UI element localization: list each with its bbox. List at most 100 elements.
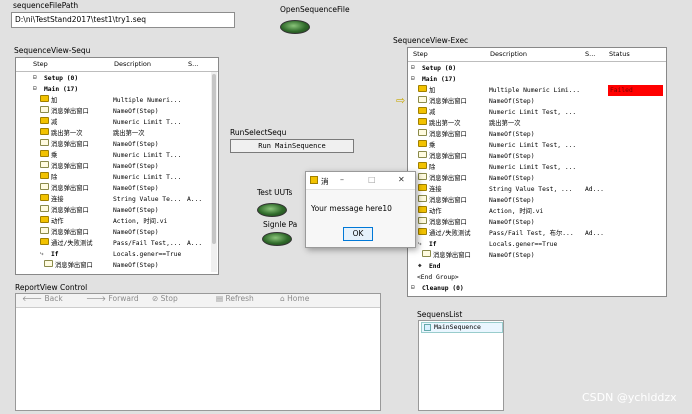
expand-icon[interactable]: ⊟	[411, 75, 420, 82]
step-name: 动作	[429, 208, 442, 215]
step-icon	[418, 206, 427, 213]
expand-icon[interactable]: ⊟	[411, 284, 420, 291]
step-name: End	[429, 263, 441, 270]
column-step[interactable]: Step	[33, 60, 48, 68]
table-row[interactable]: 消息弹出窗口 NameOf(Step)	[408, 151, 666, 162]
step-name: 消息弹出窗口	[51, 141, 89, 148]
step-icon	[418, 184, 427, 191]
execution-view-grid[interactable]: Step Description S... Status ⊟ Setup (0) ⊟…	[407, 47, 667, 297]
step-icon	[40, 216, 49, 223]
step-name: 乘	[51, 152, 58, 159]
test-uuts-button[interactable]	[257, 203, 287, 217]
close-icon[interactable]: ✕	[398, 175, 405, 184]
table-row[interactable]: 消息弹出窗口 NameOf(Step)	[16, 139, 218, 150]
column-status[interactable]: Status	[609, 50, 630, 58]
step-settings: Ad...	[585, 186, 604, 193]
dialog-titlebar[interactable]: 消 – □ ✕	[306, 172, 415, 190]
run-select-sequ-label: RunSelectSequ	[230, 128, 287, 137]
sequence-file-path-input[interactable]: D:\ni\TestStand2017\test1\try1.seq	[11, 12, 235, 28]
table-row[interactable]: 连接 String Value Te... A...	[16, 194, 218, 205]
table-row[interactable]: 跳出第一次 跳出第一次	[408, 118, 666, 129]
step-icon	[40, 194, 49, 201]
table-row[interactable]: 乘 Numeric Limit Test, ...	[408, 140, 666, 151]
step-name: Cleanup (0)	[422, 285, 464, 292]
table-row[interactable]: 消息弹出窗口 NameOf(Step)	[408, 173, 666, 184]
table-row[interactable]: 乘 Numeric Limit T...	[16, 150, 218, 161]
table-row[interactable]: 除 Numeric Limit Test, ...	[408, 162, 666, 173]
table-row[interactable]: 动作 Action, 时间.vi	[408, 206, 666, 217]
open-sequence-file-button[interactable]	[280, 20, 310, 34]
run-mainsequence-button[interactable]: Run MainSequence	[230, 139, 354, 153]
step-description: Numeric Limit T...	[113, 174, 182, 181]
column-step[interactable]: Step	[413, 50, 428, 58]
message-icon	[40, 205, 49, 212]
table-row[interactable]: 通过/失败测试 Pass/Fail Test,... A...	[16, 238, 218, 249]
home-button[interactable]: ⌂ Home	[280, 294, 309, 303]
list-item[interactable]: MainSequence	[421, 322, 503, 333]
report-view-label: ReportView Control	[15, 283, 88, 292]
table-row[interactable]: 消息弹出窗口 NameOf(Step)	[408, 96, 666, 107]
sequence-list[interactable]: MainSequence	[418, 320, 504, 411]
message-icon	[40, 139, 49, 146]
ok-button[interactable]: OK	[343, 227, 373, 241]
step-description: Numeric Limit T...	[113, 152, 182, 159]
expand-icon[interactable]: ⊟	[33, 74, 42, 81]
sequence-list-label: SequensList	[417, 310, 463, 319]
table-row[interactable]: 消息弹出窗口 NameOf(Step)	[408, 129, 666, 140]
table-row[interactable]: ⊟ Setup (0)	[408, 63, 666, 74]
table-row[interactable]: ⤷ If Locals.gener==True	[408, 239, 666, 250]
table-row[interactable]: 消息弹出窗口 NameOf(Step)	[16, 205, 218, 216]
step-icon	[40, 172, 49, 179]
table-row[interactable]: <End Group>	[408, 272, 666, 283]
table-row[interactable]: 加 Multiple Numeric Limi... Failed	[408, 85, 666, 96]
table-row[interactable]: ◆ End	[408, 261, 666, 272]
column-s[interactable]: S...	[188, 60, 198, 68]
minimize-button[interactable]: –	[340, 175, 344, 184]
table-row[interactable]: 消息弹出窗口 NameOf(Step)	[16, 161, 218, 172]
stop-button[interactable]: ⊘ Stop	[152, 294, 178, 303]
table-row[interactable]: 消息弹出窗口 NameOf(Step)	[16, 183, 218, 194]
report-view-control[interactable]: 🡐 Back 🡒 Forward ⊘ Stop ▤ Refresh ⌂ Home	[15, 293, 381, 411]
table-row[interactable]: ⊟ Main (17)	[16, 84, 218, 95]
column-description[interactable]: Description	[114, 60, 151, 68]
sequence-view-scrollbar[interactable]	[211, 72, 217, 272]
back-button[interactable]: 🡐 Back	[22, 294, 63, 303]
message-icon	[40, 161, 49, 168]
table-row[interactable]: 连接 String Value Test, ... Ad...	[408, 184, 666, 195]
expand-icon[interactable]: ⊟	[411, 64, 420, 71]
step-icon	[40, 95, 49, 102]
maximize-button[interactable]: □	[368, 175, 376, 184]
refresh-button[interactable]: ▤ Refresh	[216, 294, 254, 303]
table-row[interactable]: 加 Multiple Numeri...	[16, 95, 218, 106]
table-row[interactable]: ⤷ If Locals.gener==True	[16, 249, 218, 260]
app-icon	[310, 176, 318, 184]
table-row[interactable]: 通过/失败测试 Pass/Fail Test, 布尔... Ad...	[408, 228, 666, 239]
step-description: Multiple Numeric Limi...	[489, 87, 580, 94]
column-s[interactable]: S...	[585, 50, 595, 58]
table-row[interactable]: 动作 Action, 时间.vi	[16, 216, 218, 227]
step-description: Action, 时间.vi	[113, 218, 168, 225]
table-row[interactable]: ⊟ Main (17)	[408, 74, 666, 85]
table-row[interactable]: 减 Numeric Limit Test, ...	[408, 107, 666, 118]
table-row[interactable]: 消息弹出窗口 NameOf(Step)	[408, 250, 666, 261]
table-row[interactable]: ⊟ Setup (0)	[16, 73, 218, 84]
expand-icon[interactable]: ⊟	[33, 85, 42, 92]
column-description[interactable]: Description	[490, 50, 527, 58]
dialog-message: Your message here10	[311, 204, 392, 213]
step-description: NameOf(Step)	[489, 98, 535, 105]
sequence-view-grid[interactable]: Step Description S... ⊟ Setup (0) ⊟ Main (1…	[15, 57, 219, 275]
table-row[interactable]: ⊟ Cleanup (0)	[408, 283, 666, 294]
step-name: 加	[429, 87, 436, 94]
table-row[interactable]: 消息弹出窗口 NameOf(Step)	[16, 227, 218, 238]
table-row[interactable]: 消息弹出窗口 NameOf(Step)	[408, 217, 666, 228]
table-row[interactable]: 减 Numeric Limit T...	[16, 117, 218, 128]
step-description: NameOf(Step)	[489, 175, 535, 182]
single-pass-button[interactable]	[262, 232, 292, 246]
table-row[interactable]: 跳出第一次 跳出第一次	[16, 128, 218, 139]
forward-button[interactable]: 🡒 Forward	[86, 294, 139, 303]
table-row[interactable]: 消息弹出窗口 NameOf(Step)	[16, 106, 218, 117]
table-row[interactable]: 除 Numeric Limit T...	[16, 172, 218, 183]
table-row[interactable]: 消息弹出窗口 NameOf(Step)	[408, 195, 666, 206]
table-row[interactable]: 消息弹出窗口 NameOf(Step)	[16, 260, 218, 271]
message-icon	[44, 260, 53, 267]
